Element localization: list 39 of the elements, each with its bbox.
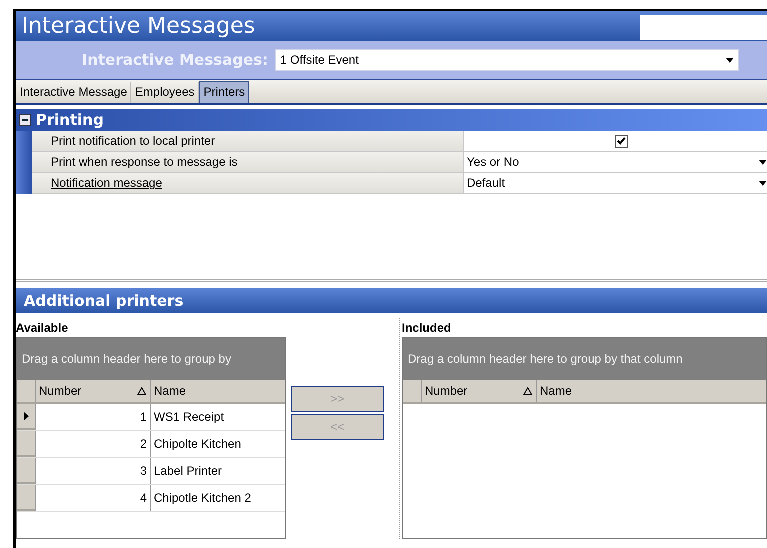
selector-label: Interactive Messages: xyxy=(82,51,268,69)
property-dropdown[interactable]: Default xyxy=(464,173,767,193)
column-header[interactable]: Name xyxy=(150,380,285,402)
group-hint: Drag a column header here to group by xyxy=(22,352,232,366)
section-header[interactable]: Printing xyxy=(16,109,767,131)
property-label: Print notification to local printer xyxy=(51,134,216,148)
table-cell: 2 xyxy=(35,431,150,457)
column-header[interactable]: Number xyxy=(421,380,536,402)
checkbox[interactable] xyxy=(615,134,628,148)
current-row-icon xyxy=(24,412,28,420)
column-header[interactable]: Number xyxy=(35,380,150,402)
section-header: Additional printers xyxy=(16,288,767,313)
tab[interactable]: Printers xyxy=(198,81,250,103)
row-selector[interactable] xyxy=(17,404,35,430)
table-cell: 4 xyxy=(35,485,150,511)
property-link[interactable]: Notification message xyxy=(51,176,162,190)
title-field[interactable] xyxy=(640,14,767,40)
property-label: Print when response to message is xyxy=(51,155,238,169)
caret-icon[interactable] xyxy=(726,58,734,62)
list-label: Included xyxy=(402,320,452,336)
window-title: Interactive Messages xyxy=(22,14,256,38)
section-sidebar xyxy=(16,131,32,194)
message-dropdown[interactable]: 1 Offsite Event xyxy=(275,49,740,71)
caret-icon[interactable] xyxy=(759,180,767,186)
table-cell: Label Printer xyxy=(150,458,285,484)
column-header[interactable]: Name xyxy=(536,380,766,402)
table-cell: Chipotle Kitchen 2 xyxy=(150,485,285,511)
sort-icon[interactable] xyxy=(137,386,147,396)
collapse-icon[interactable] xyxy=(19,114,31,126)
group-hint: Drag a column header here to group by that column xyxy=(408,352,683,366)
table-cell: WS1 Receipt xyxy=(150,404,285,430)
table-cell: 3 xyxy=(35,458,150,484)
tab[interactable]: Interactive Message xyxy=(16,82,132,103)
list-label: Available xyxy=(16,320,70,336)
sort-icon[interactable] xyxy=(523,386,533,396)
table-cell: 1 xyxy=(35,404,150,430)
caret-icon[interactable] xyxy=(759,160,767,164)
table-cell: Chipolte Kitchen xyxy=(150,431,285,457)
property-dropdown[interactable]: Yes or No xyxy=(464,152,767,172)
